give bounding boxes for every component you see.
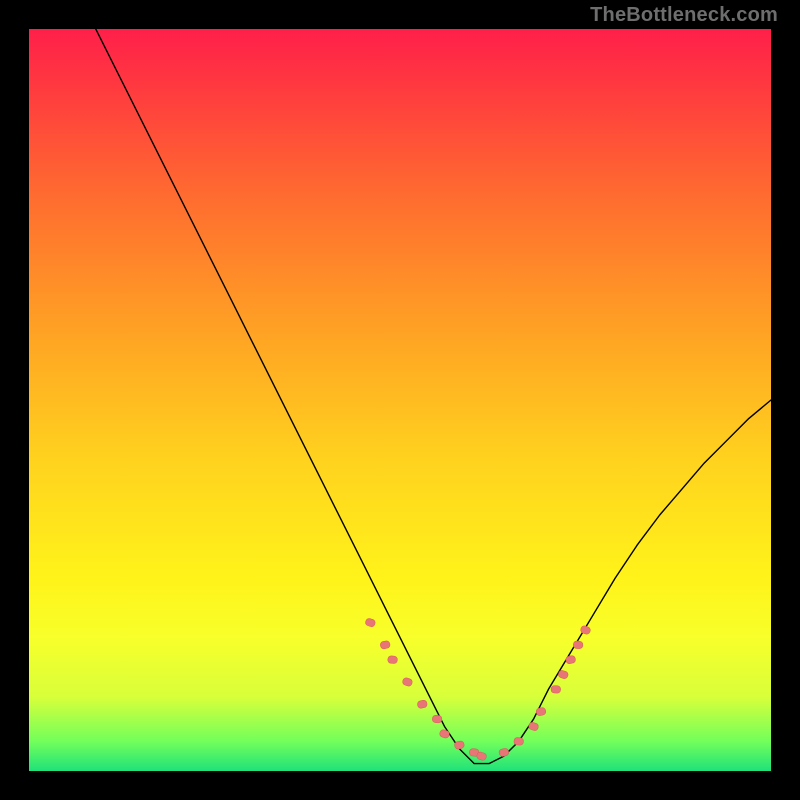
- bottleneck-chart: [29, 29, 771, 771]
- scatter-point: [439, 729, 450, 739]
- scatter-point: [551, 685, 561, 693]
- scatter-point: [528, 721, 539, 731]
- scatter-point: [365, 618, 376, 628]
- plot-area: [29, 29, 771, 771]
- chart-frame: TheBottleneck.com: [0, 0, 800, 800]
- scatter-point: [380, 640, 391, 649]
- scatter-point: [565, 655, 576, 664]
- scatter-point: [536, 707, 547, 716]
- scatter-point: [514, 737, 524, 745]
- scatter-point: [573, 641, 583, 649]
- scatter-point: [432, 715, 442, 723]
- scatter-point: [498, 748, 509, 757]
- scatter-point: [388, 656, 398, 664]
- scatter-point: [402, 677, 413, 687]
- watermark-text: TheBottleneck.com: [590, 4, 778, 27]
- bottleneck-points: [365, 618, 592, 762]
- scatter-point: [417, 700, 428, 709]
- bottleneck-curve: [96, 29, 771, 764]
